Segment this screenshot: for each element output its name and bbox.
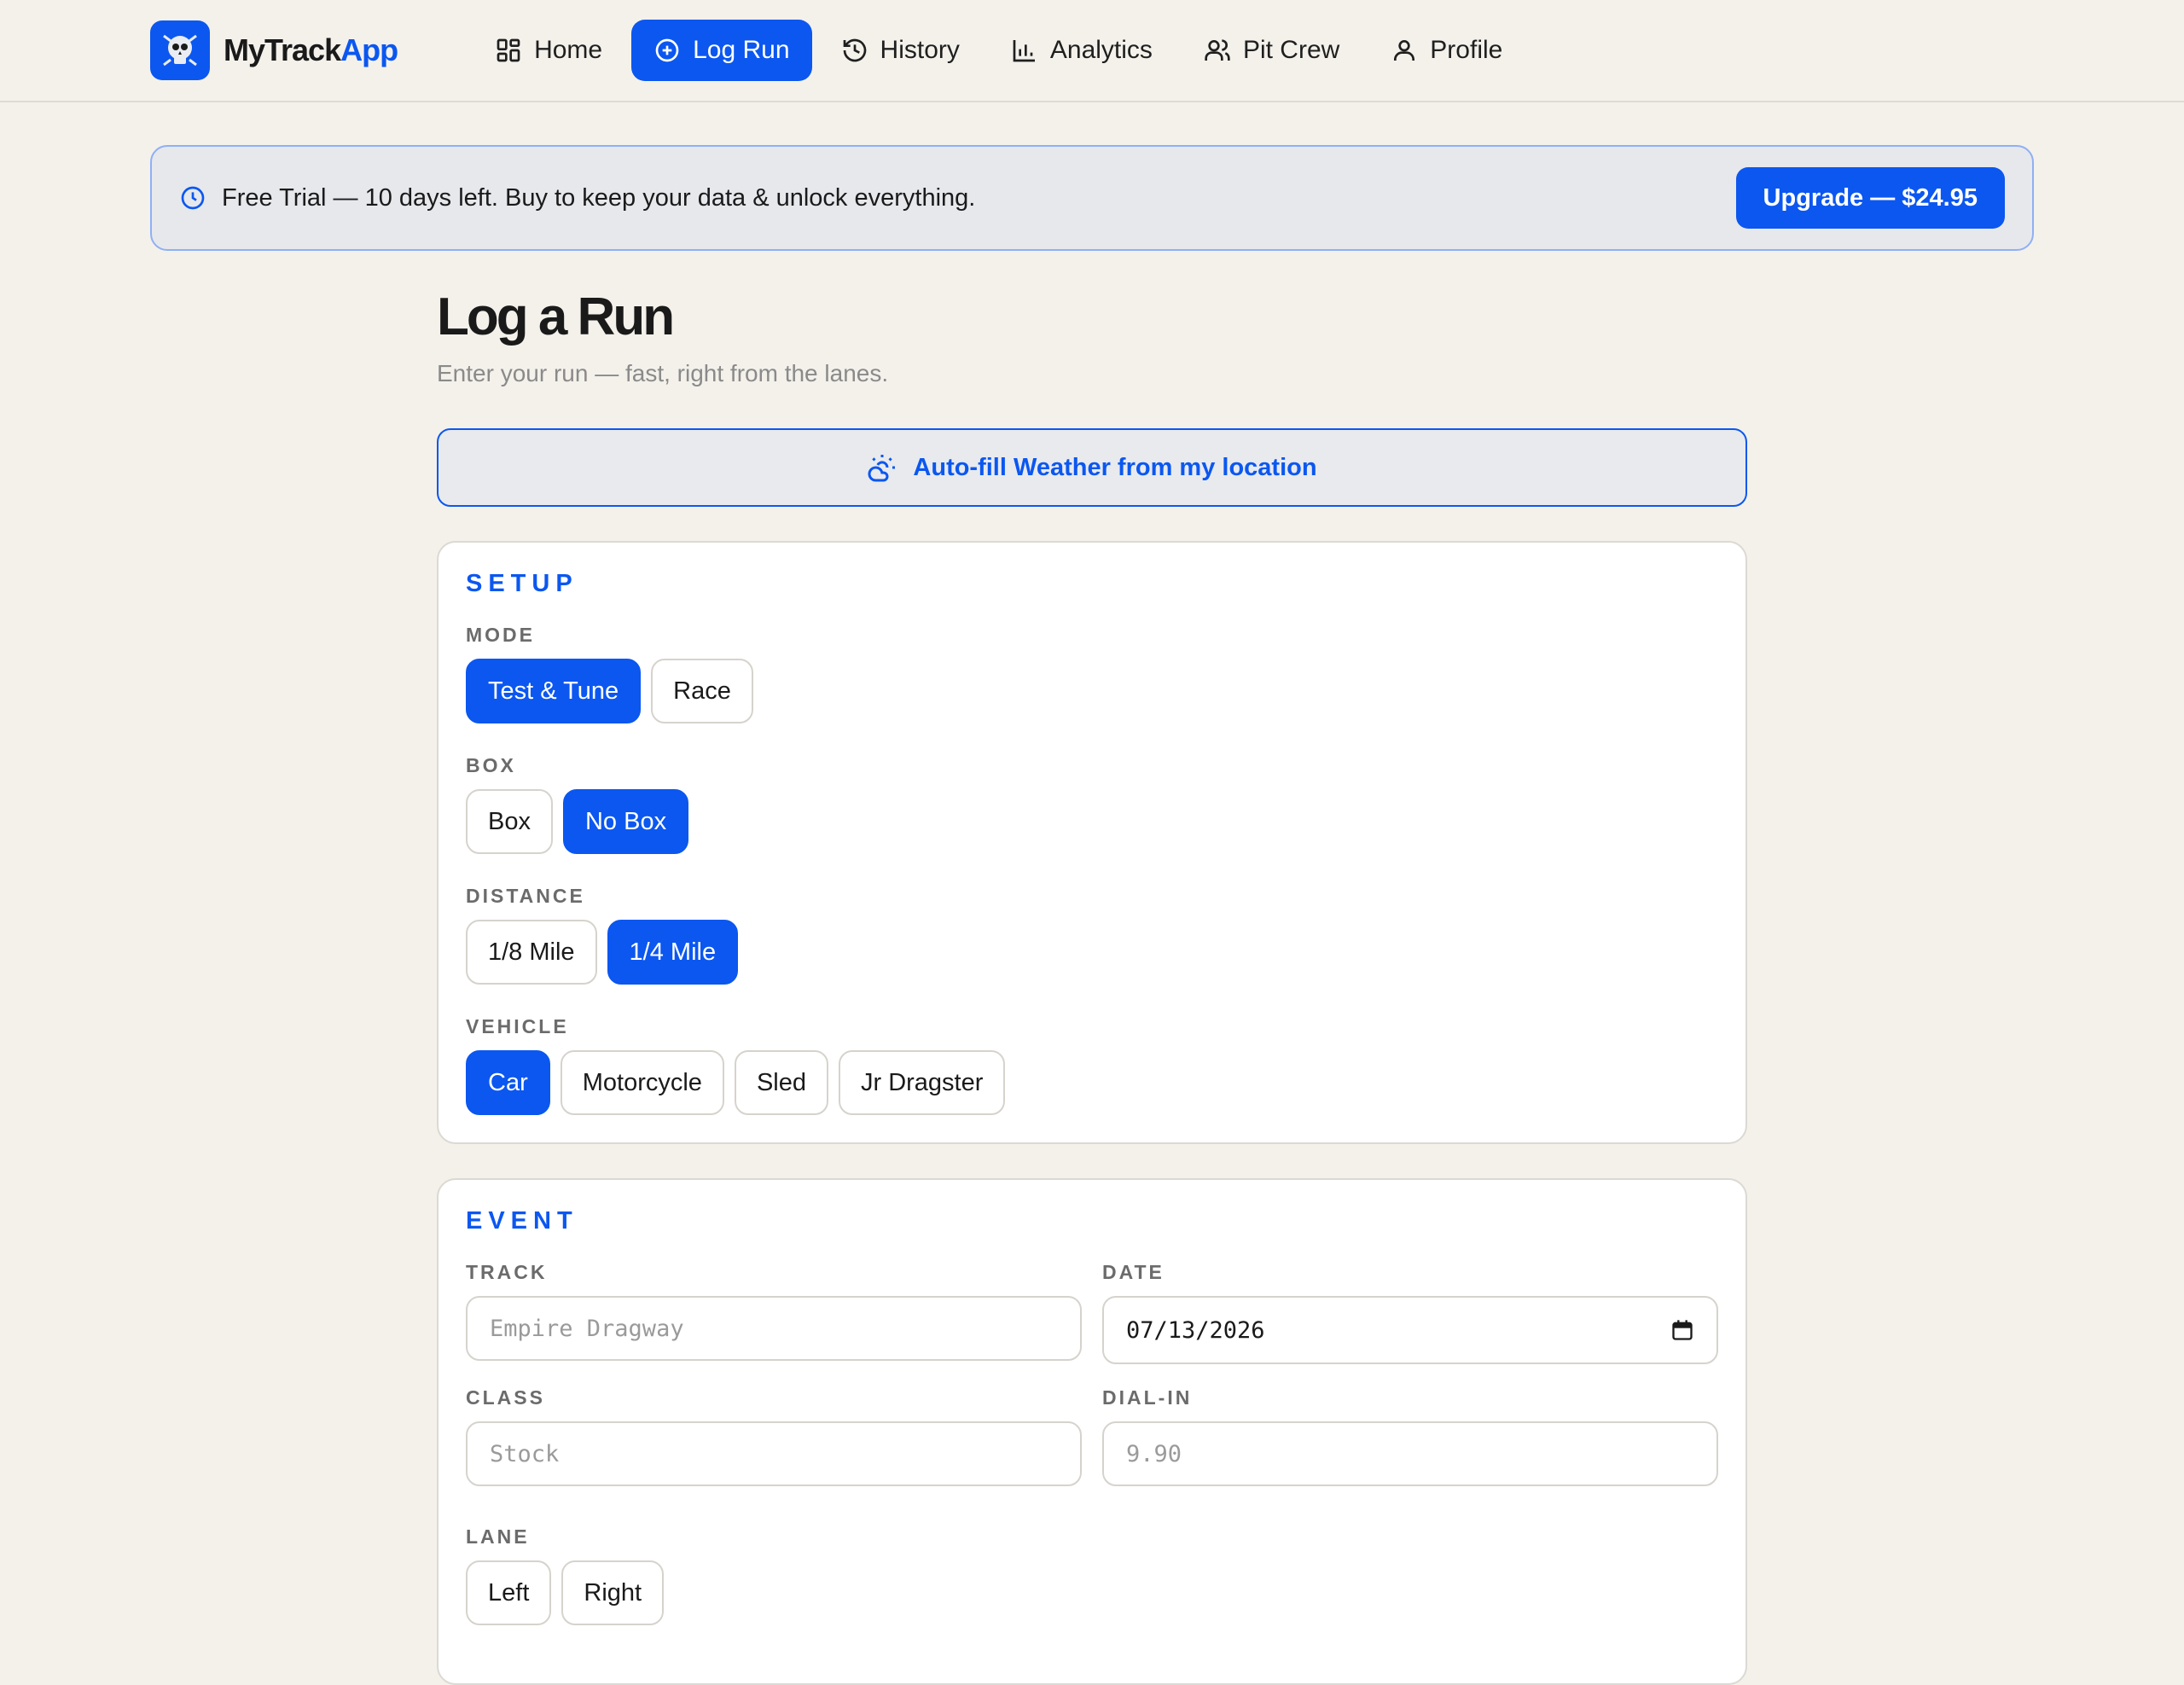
user-icon xyxy=(1394,40,1415,61)
plus-circle-icon xyxy=(655,38,679,62)
main-nav: Home Log Run History Analytics Pit Crew … xyxy=(473,20,1525,81)
distance-label: DISTANCE xyxy=(466,885,585,907)
distance-option-eighth-mile[interactable]: 1/8 Mile xyxy=(466,920,597,985)
setup-card: SETUP MODE Test & Tune Race BOX Box No B… xyxy=(437,541,1747,1144)
vehicle-option-car[interactable]: Car xyxy=(466,1050,550,1115)
page-subtitle: Enter your run — fast, right from the la… xyxy=(437,360,889,386)
top-navigation: MyTrackApp Home Log Run History Analytic… xyxy=(0,0,2184,102)
log-run-form: Log a Run Enter your run — fast, right f… xyxy=(437,273,1747,1685)
lane-option-right[interactable]: Right xyxy=(561,1560,665,1625)
mode-options: Test & Tune Race xyxy=(466,659,1718,723)
vehicle-option-motorcycle[interactable]: Motorcycle xyxy=(560,1050,724,1115)
setup-title: SETUP xyxy=(466,570,578,597)
trial-message: Free Trial — 10 days left. Buy to keep y… xyxy=(222,183,976,212)
brand[interactable]: MyTrackApp xyxy=(150,20,398,80)
lane-options: Left Right xyxy=(466,1560,1718,1625)
nav-profile[interactable]: Profile xyxy=(1368,20,1525,81)
weather-icon xyxy=(868,455,896,482)
vehicle-label: VEHICLE xyxy=(466,1015,569,1037)
lane-label: LANE xyxy=(466,1525,530,1548)
history-icon xyxy=(843,38,866,62)
trial-banner: Free Trial — 10 days left. Buy to keep y… xyxy=(150,145,2034,251)
users-icon xyxy=(1205,39,1230,61)
vehicle-option-sled[interactable]: Sled xyxy=(734,1050,828,1115)
lane-option-left[interactable]: Left xyxy=(466,1560,552,1625)
calendar-icon[interactable] xyxy=(1670,1318,1694,1342)
nav-history[interactable]: History xyxy=(819,20,982,81)
class-field: CLASS Stock xyxy=(466,1386,1082,1508)
nav-pit-crew-label: Pit Crew xyxy=(1242,36,1340,64)
nav-pit-crew[interactable]: Pit Crew xyxy=(1182,20,1362,81)
nav-log-run[interactable]: Log Run xyxy=(631,20,812,81)
track-label: TRACK xyxy=(466,1261,548,1283)
date-input[interactable]: 07/13/2026 xyxy=(1102,1296,1718,1364)
event-fields: TRACK Empire Dragway DATE 07/13/2026 CLA… xyxy=(466,1261,1718,1508)
date-value: 07/13/2026 xyxy=(1126,1316,1265,1344)
track-input[interactable]: Empire Dragway xyxy=(466,1296,1082,1361)
clock-icon xyxy=(181,186,205,210)
nav-profile-label: Profile xyxy=(1430,36,1503,64)
nav-home-label: Home xyxy=(534,36,603,64)
vehicle-options: Car Motorcycle Sled Jr Dragster xyxy=(466,1050,1718,1115)
date-label: DATE xyxy=(1102,1261,1165,1283)
vehicle-option-jr-dragster[interactable]: Jr Dragster xyxy=(838,1050,1006,1115)
upgrade-button[interactable]: Upgrade — $24.95 xyxy=(1735,167,2005,229)
nav-analytics[interactable]: Analytics xyxy=(989,20,1175,81)
nav-analytics-label: Analytics xyxy=(1049,36,1153,64)
event-title: EVENT xyxy=(466,1207,578,1235)
event-card: EVENT TRACK Empire Dragway DATE 07/13/20… xyxy=(437,1178,1747,1685)
nav-history-label: History xyxy=(880,36,960,64)
grid-icon xyxy=(497,38,520,62)
track-field: TRACK Empire Dragway xyxy=(466,1261,1082,1386)
mode-option-race[interactable]: Race xyxy=(651,659,753,723)
skull-logo-icon xyxy=(150,20,210,80)
auto-fill-weather-button[interactable]: Auto-fill Weather from my location xyxy=(437,428,1747,507)
distance-option-quarter-mile[interactable]: 1/4 Mile xyxy=(607,920,739,985)
brand-name: MyTrackApp xyxy=(224,32,398,67)
box-label: BOX xyxy=(466,754,516,776)
date-field: DATE 07/13/2026 xyxy=(1102,1261,1718,1386)
distance-options: 1/8 Mile 1/4 Mile xyxy=(466,920,1718,985)
nav-log-run-label: Log Run xyxy=(693,36,790,64)
page-title: Log a Run xyxy=(437,288,675,346)
class-label: CLASS xyxy=(466,1386,545,1409)
dial-in-label: DIAL-IN xyxy=(1102,1386,1193,1409)
auto-fill-weather-label: Auto-fill Weather from my location xyxy=(913,453,1317,481)
box-options: Box No Box xyxy=(466,789,1718,854)
mode-label: MODE xyxy=(466,624,535,646)
dial-in-input[interactable]: 9.90 xyxy=(1102,1421,1718,1486)
box-option-no-box[interactable]: No Box xyxy=(562,789,689,854)
nav-home[interactable]: Home xyxy=(473,20,624,81)
mode-option-test-tune[interactable]: Test & Tune xyxy=(466,659,642,723)
bar-chart-icon xyxy=(1013,40,1035,62)
dial-in-field: DIAL-IN 9.90 xyxy=(1102,1386,1718,1508)
box-option-box[interactable]: Box xyxy=(466,789,553,854)
class-input[interactable]: Stock xyxy=(466,1421,1082,1486)
